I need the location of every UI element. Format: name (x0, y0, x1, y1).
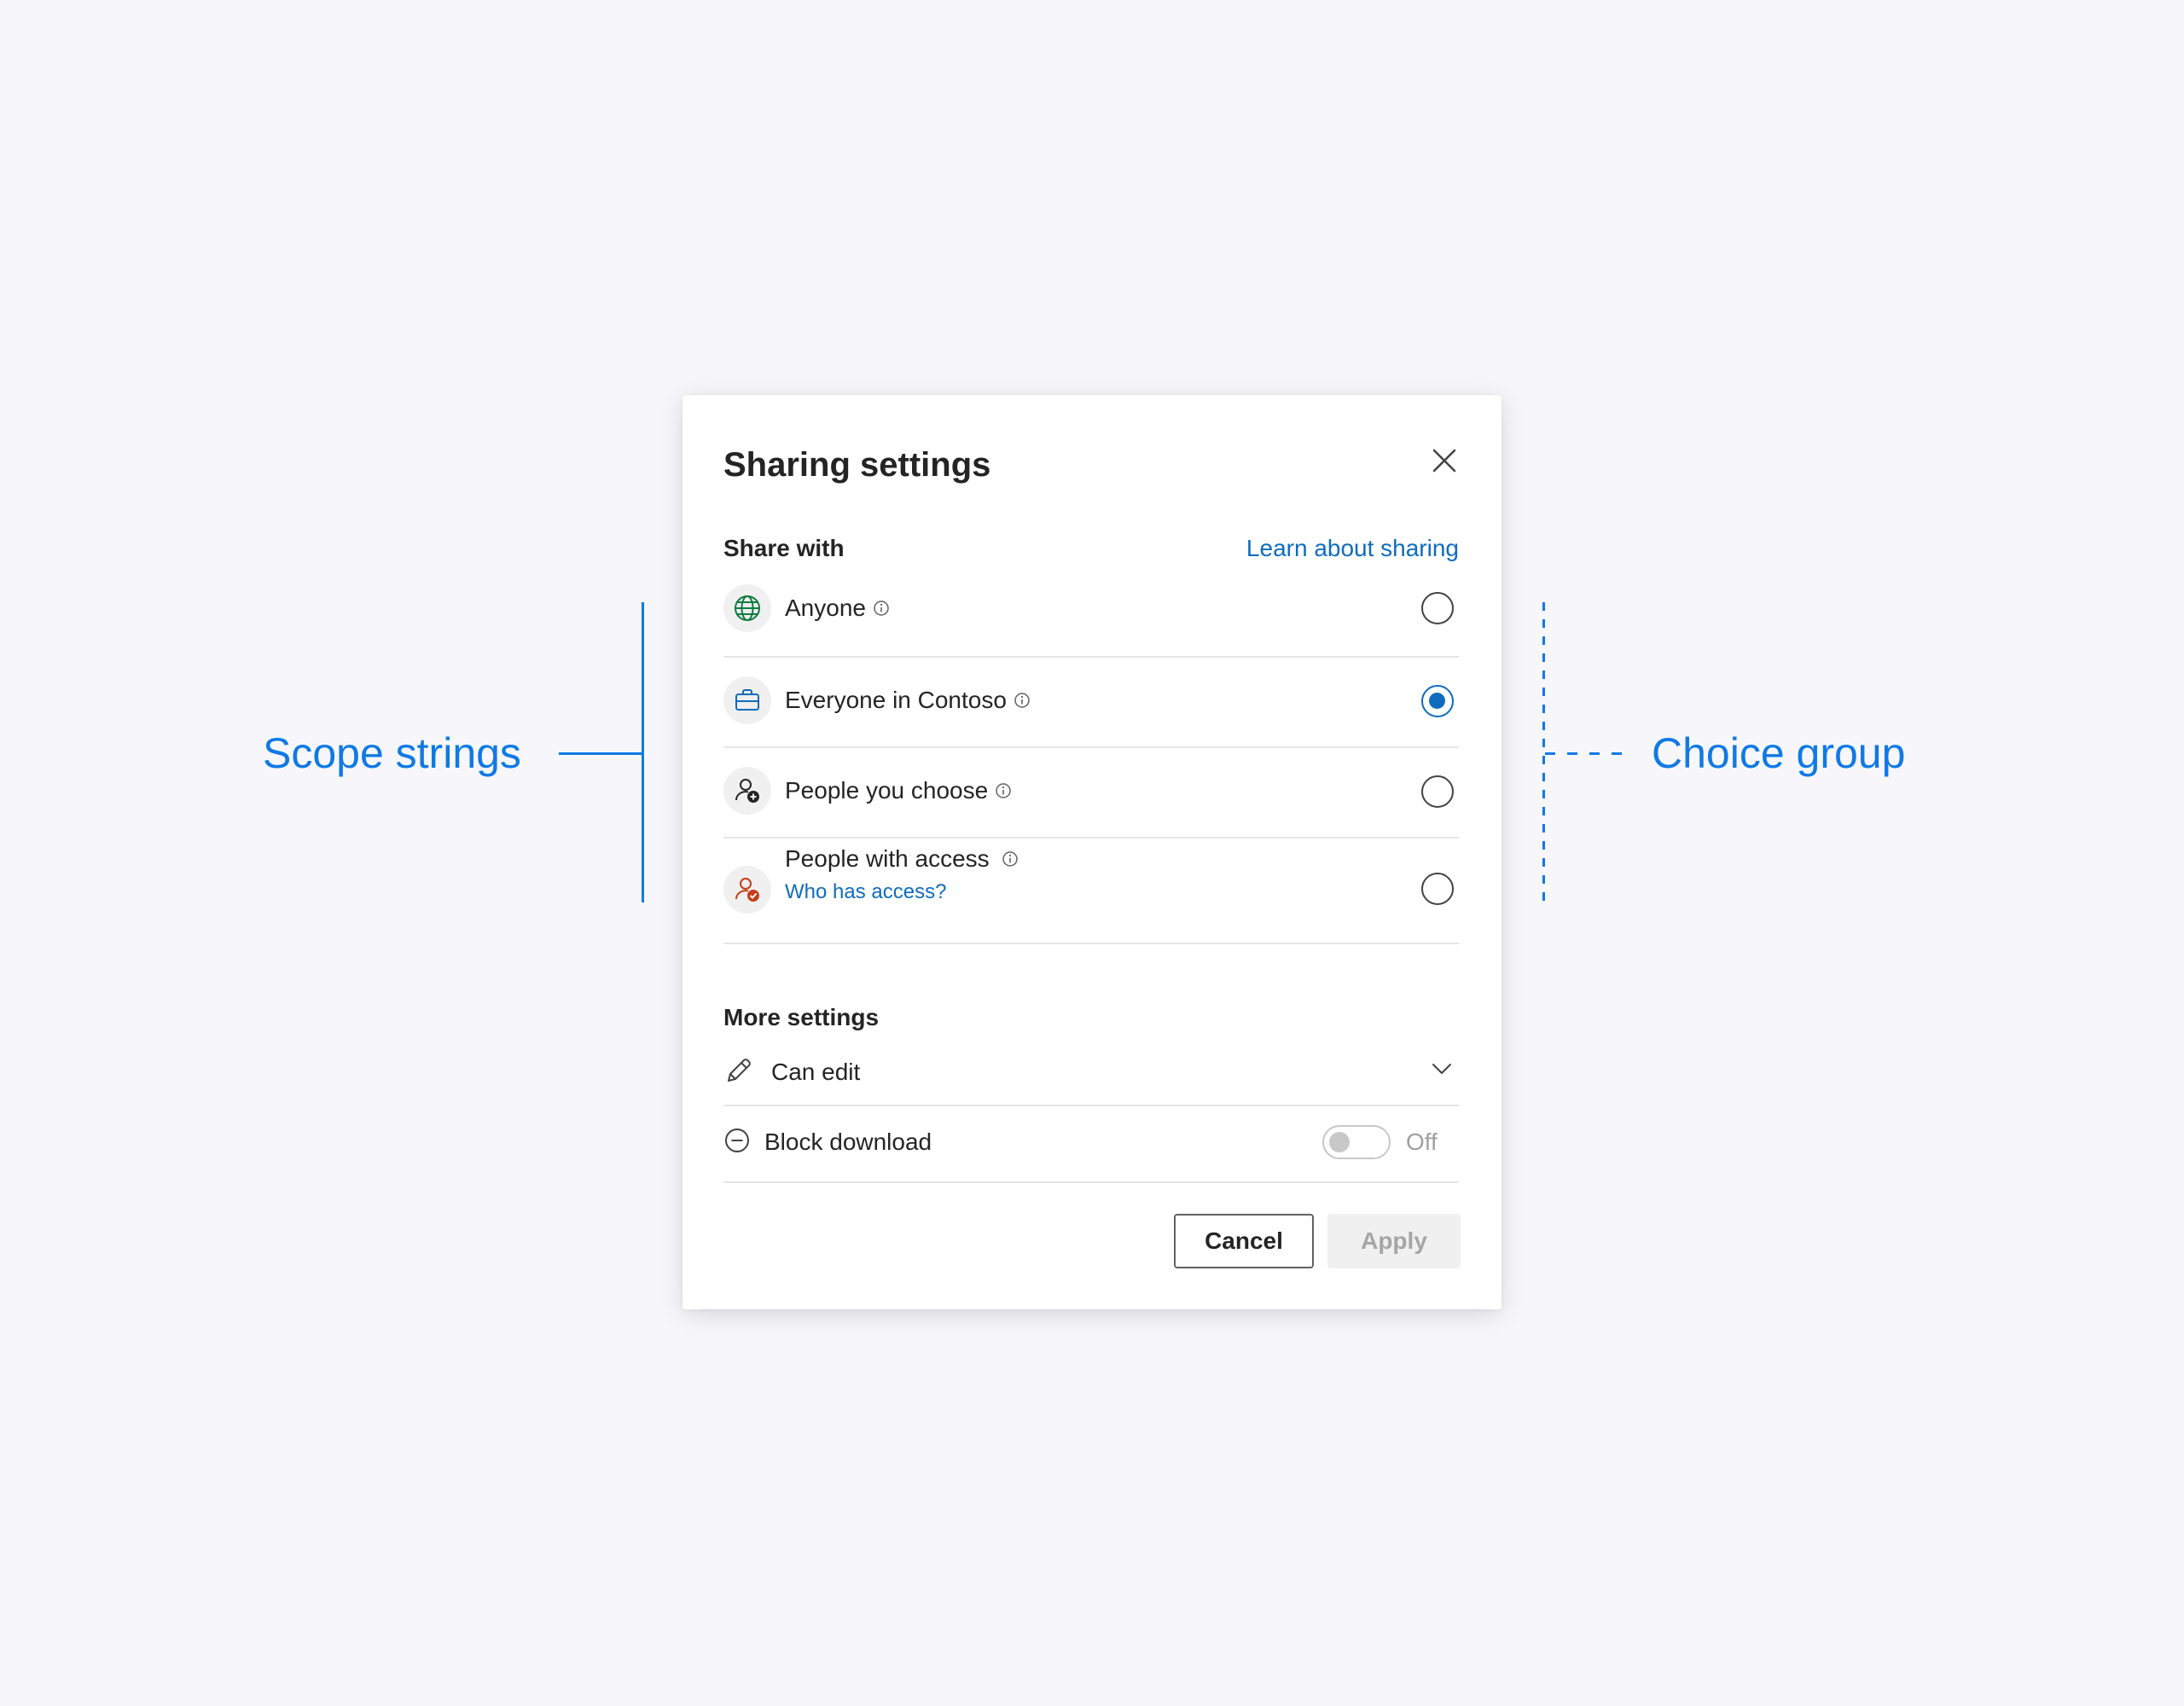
option-anyone-label: Anyone (785, 595, 866, 621)
scope-strings-connector (559, 752, 642, 755)
close-icon (1432, 449, 1456, 473)
briefcase-icon (723, 676, 771, 724)
chevron-down-icon[interactable] (1430, 1057, 1454, 1085)
learn-about-sharing-link[interactable]: Learn about sharing (1246, 533, 1459, 564)
info-icon[interactable] (1014, 692, 1031, 709)
option-everyone-in-contoso-label: Everyone in Contoso (785, 687, 1007, 713)
block-download-toggle[interactable] (1322, 1125, 1391, 1159)
more-settings-label: More settings (723, 1004, 880, 1030)
info-icon[interactable] (1002, 850, 1019, 868)
option-label: Everyone in Contoso (785, 685, 1031, 716)
choice-group-connector (1545, 752, 1626, 755)
option-people-you-choose[interactable]: People you choose (723, 746, 1459, 838)
radio-people-with-access[interactable] (1421, 873, 1454, 905)
option-everyone-in-contoso[interactable]: Everyone in Contoso (723, 656, 1459, 748)
radio-anyone[interactable] (1421, 592, 1454, 624)
permission-value: Can edit (771, 1059, 861, 1085)
option-people-you-choose-label: People you choose (785, 777, 989, 804)
apply-button[interactable]: Apply (1327, 1214, 1461, 1268)
sharing-settings-dialog: Sharing settings Share with Learn about … (682, 395, 1502, 1309)
close-button[interactable] (1421, 438, 1467, 484)
option-people-with-access-label: People with access (785, 845, 990, 872)
block-download-row: Block download Off (723, 1105, 1459, 1183)
block-download-label: Block download (764, 1129, 932, 1155)
share-with-label: Share with (723, 535, 845, 561)
option-people-with-access[interactable]: People with access Who has access? (723, 837, 1459, 944)
person-check-icon (723, 866, 771, 914)
toggle-state-label: Off (1406, 1129, 1438, 1155)
info-icon[interactable] (995, 782, 1012, 799)
option-anyone[interactable]: Anyone (723, 583, 1459, 658)
dialog-title: Sharing settings (723, 446, 991, 484)
scope-strings-annotation: Scope strings (263, 729, 521, 777)
choice-group-annotation: Choice group (1652, 729, 1906, 777)
info-icon[interactable] (873, 600, 890, 617)
radio-everyone-in-contoso[interactable] (1421, 685, 1454, 717)
globe-icon (723, 584, 771, 632)
option-label: People with access (785, 844, 1019, 874)
option-label: Anyone (785, 593, 890, 624)
pencil-icon (723, 1055, 754, 1086)
who-has-access-link[interactable]: Who has access? (785, 879, 946, 905)
radio-people-you-choose[interactable] (1421, 775, 1454, 808)
cancel-button[interactable]: Cancel (1174, 1214, 1314, 1268)
minus-circle-icon (723, 1127, 751, 1154)
scope-strings-bracket (642, 602, 644, 902)
permission-dropdown[interactable]: Can edit (723, 1040, 1459, 1106)
option-label: People you choose (785, 775, 1012, 806)
person-add-icon (723, 767, 771, 815)
